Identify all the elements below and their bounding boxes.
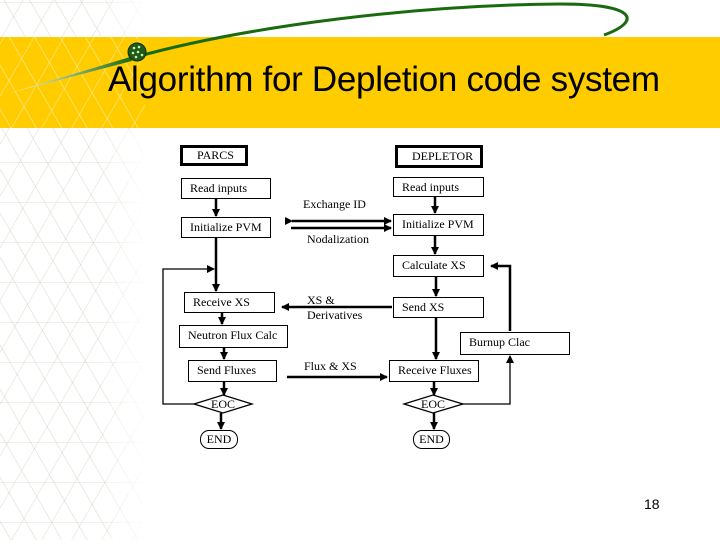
label-xs-and: XS & [307, 293, 335, 307]
depletor-header: DEPLETOR [395, 145, 483, 168]
label-flux-xs: Flux & XS [304, 359, 357, 373]
page-number: 18 [644, 496, 660, 512]
right-step-receive-fluxes: Receive Fluxes [389, 360, 479, 382]
left-step-read-inputs: Read inputs [181, 178, 271, 199]
left-step-receive-xs: Receive XS [184, 292, 275, 313]
right-step-read-inputs: Read inputs [393, 177, 484, 197]
right-step-send-xs: Send XS [393, 297, 484, 318]
left-step-neutron-flux-calc: Neutron Flux Calc [179, 325, 288, 348]
right-step-calculate-xs: Calculate XS [393, 255, 484, 277]
right-step-initialize-pvm: Initialize PVM [393, 214, 484, 236]
decision-eoc-right: EOC [421, 397, 445, 411]
left-step-initialize-pvm: Initialize PVM [181, 217, 271, 238]
flow-connectors [162, 197, 514, 430]
terminal-end-right: END [413, 430, 450, 449]
label-derivatives: Derivatives [307, 308, 363, 322]
left-step-send-fluxes: Send Fluxes [188, 360, 277, 382]
label-exchange-id: Exchange ID [303, 197, 366, 211]
label-nodalization: Nodalization [307, 232, 369, 246]
side-step-burnup-calc: Burnup Clac [460, 332, 570, 355]
parcs-header: PARCS [180, 145, 248, 166]
arrow-burnup-to-calc [490, 262, 512, 331]
terminal-end-left: END [200, 430, 238, 449]
decision-eoc-left: EOC [211, 397, 235, 411]
